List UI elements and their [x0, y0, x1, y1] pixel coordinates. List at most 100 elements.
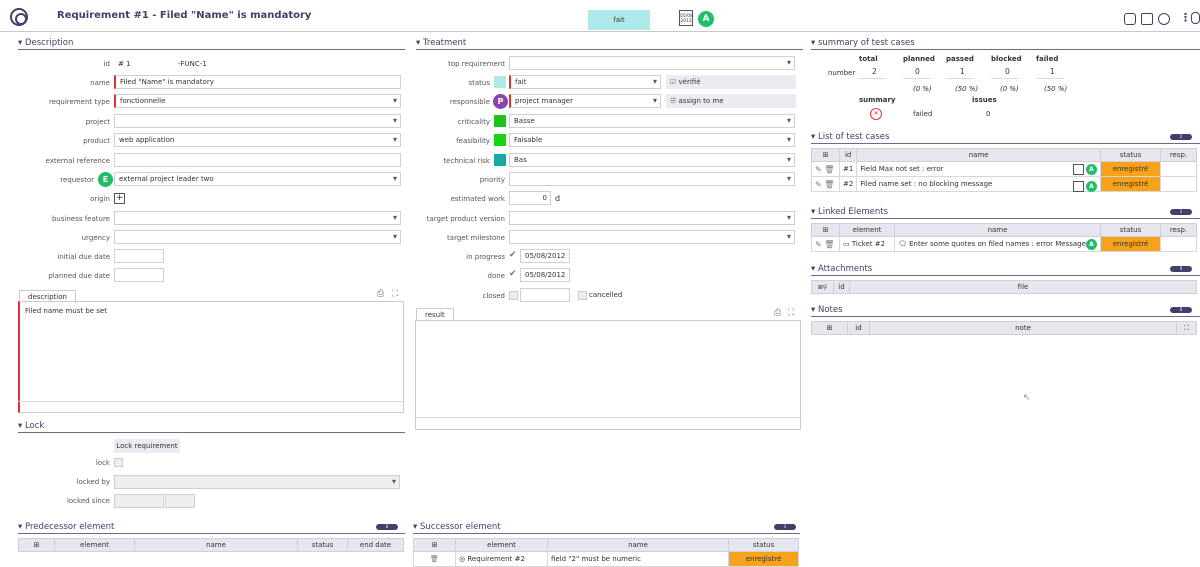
edit-icon[interactable]: ✎: [815, 240, 822, 249]
row-actions[interactable]: ✎ 🗑: [811, 236, 840, 252]
type-label: requirement type: [48, 98, 110, 106]
name-cell: field "2" must be numeric: [547, 551, 729, 567]
table-row[interactable]: 🗑 ◎ Requirement #2 field "2" must be numer…: [413, 551, 799, 567]
col-element: element: [839, 223, 895, 237]
name-label: name: [90, 79, 110, 87]
assign-icon: ☰: [670, 97, 677, 105]
section-test-cases[interactable]: ▾ List of test cases: [811, 132, 889, 142]
cancelled-checkbox[interactable]: [578, 291, 587, 300]
add-origin-icon[interactable]: +: [114, 193, 125, 204]
delete-icon[interactable]: 🗑: [413, 551, 456, 567]
assign-to-me-button[interactable]: ☰ assign to me: [666, 94, 796, 108]
result-editor[interactable]: [415, 320, 801, 430]
requirement-icon: ◎: [459, 555, 466, 563]
element-cell[interactable]: ◎ Requirement #2: [455, 551, 548, 567]
add-icon[interactable]: ⊞: [811, 321, 848, 335]
save-icon[interactable]: [1141, 13, 1153, 25]
description-editor[interactable]: Filed name must be set: [18, 301, 404, 413]
risk-color: [494, 154, 506, 166]
edit-icon[interactable]: ✎: [815, 180, 822, 189]
check-icon[interactable]: ✔: [509, 269, 517, 279]
origin-label: origin: [90, 195, 110, 203]
top-requirement-select[interactable]: [509, 56, 795, 70]
add-icon[interactable]: ⊞: [18, 538, 55, 552]
initial-due-date-field[interactable]: [114, 249, 164, 263]
hdr-passed: passed: [946, 55, 974, 63]
target-milestone-select[interactable]: [509, 230, 795, 244]
add-icon[interactable]: ⊞⚲: [811, 280, 834, 294]
section-treatment[interactable]: ▾ Treatment: [416, 38, 466, 48]
expand-icon[interactable]: ⛶: [392, 289, 398, 299]
section-lock[interactable]: ▾ Lock: [18, 421, 44, 431]
test-cases-table: ⊞ id name status resp. ✎ 🗑 #1 Field Max not se…: [811, 148, 1197, 192]
avatar: E: [98, 172, 113, 187]
edit-icon[interactable]: ✎: [815, 165, 822, 174]
hdr-blocked: blocked: [991, 55, 1022, 63]
delete-icon[interactable]: 🗑: [824, 165, 834, 174]
lock-checkbox[interactable]: [114, 458, 123, 467]
description-text: Filed name must be set: [25, 307, 108, 315]
col-resp: resp.: [1160, 148, 1197, 162]
lockedsince-label: locked since: [66, 497, 110, 505]
name-field[interactable]: Filed "Name" is mandatory: [114, 75, 401, 89]
add-icon[interactable]: ⊞: [811, 223, 840, 237]
refresh-icon[interactable]: [1158, 13, 1170, 25]
product-select[interactable]: web application: [114, 133, 401, 147]
section-predecessor[interactable]: ▾ Predecessor element: [18, 522, 114, 532]
name-cell: Filed name set : no blocking message: [856, 176, 1101, 192]
avatar: A: [1086, 239, 1097, 250]
closed-date[interactable]: [520, 288, 570, 302]
verified-button[interactable]: ☑ vérifié: [666, 75, 796, 89]
project-label: project: [85, 118, 110, 126]
done-date[interactable]: 05/08/2012: [520, 268, 570, 282]
row-actions[interactable]: ✎ 🗑: [811, 161, 840, 177]
section-notes[interactable]: ▾ Notes: [811, 305, 843, 315]
element-cell[interactable]: ▭ Ticket #2: [839, 236, 895, 252]
section-attachments[interactable]: ▾ Attachments: [811, 264, 872, 274]
estimated-work-field[interactable]: 0: [509, 191, 551, 205]
id-value: # 1: [118, 60, 131, 68]
requirement-type-select[interactable]: fonctionnelle: [114, 94, 401, 108]
responsible-select[interactable]: project manager: [509, 94, 661, 108]
add-icon[interactable]: ⊞: [413, 538, 456, 552]
business-feature-select[interactable]: [114, 211, 401, 225]
feasibility-select[interactable]: Faisable: [509, 133, 795, 147]
expand-icon[interactable]: ⛶: [788, 308, 794, 318]
print-icon[interactable]: ⎙: [377, 289, 384, 299]
lock-requirement-button[interactable]: Lock requirement: [114, 439, 180, 453]
technical-risk-select[interactable]: Bas: [509, 153, 795, 167]
add-icon[interactable]: ⊞: [811, 148, 840, 162]
avatar: A: [1086, 181, 1097, 192]
external-reference-field[interactable]: [114, 153, 401, 167]
col-name: name: [547, 538, 729, 552]
inprog-label: in progress: [466, 253, 505, 261]
criticality-select[interactable]: Basse: [509, 114, 795, 128]
section-description[interactable]: ▾ Description: [18, 38, 73, 48]
status-select[interactable]: fait: [509, 75, 661, 89]
print-icon[interactable]: [1124, 13, 1136, 25]
total-value: 2: [858, 67, 886, 79]
section-successor[interactable]: ▾ Successor element: [413, 522, 501, 532]
more-icon[interactable]: ⋮: [1180, 11, 1191, 24]
link-icon[interactable]: [1191, 12, 1200, 24]
closed-checkbox[interactable]: [509, 291, 518, 300]
col-status: status: [1100, 148, 1161, 162]
planned-due-date-field[interactable]: [114, 268, 164, 282]
table-row[interactable]: ✎ 🗑 #2 Filed name set : no blocking messag…: [811, 176, 1197, 192]
section-summary[interactable]: ▾ summary of test cases: [811, 38, 915, 48]
print-icon[interactable]: ⎙: [774, 308, 781, 318]
check-icon[interactable]: ✔: [509, 250, 517, 260]
table-row[interactable]: ✎ 🗑 #1 Field Max not set : error enregistré: [811, 161, 1197, 177]
priority-select[interactable]: [509, 172, 795, 186]
in-progress-date[interactable]: 05/08/2012: [520, 249, 570, 263]
project-select[interactable]: [114, 114, 401, 128]
target-product-version-select[interactable]: [509, 211, 795, 225]
delete-icon[interactable]: 🗑: [824, 240, 834, 249]
section-linked[interactable]: ▾ Linked Elements: [811, 207, 888, 217]
expand-icon[interactable]: ⛶: [1176, 321, 1197, 335]
requestor-select[interactable]: external project leader two: [114, 172, 401, 186]
row-actions[interactable]: ✎ 🗑: [811, 176, 840, 192]
delete-icon[interactable]: 🗑: [824, 180, 834, 189]
table-row[interactable]: ✎ 🗑 ▭ Ticket #2 🗨 Enter some quotes on fil…: [811, 236, 1197, 252]
urgency-select[interactable]: [114, 230, 401, 244]
